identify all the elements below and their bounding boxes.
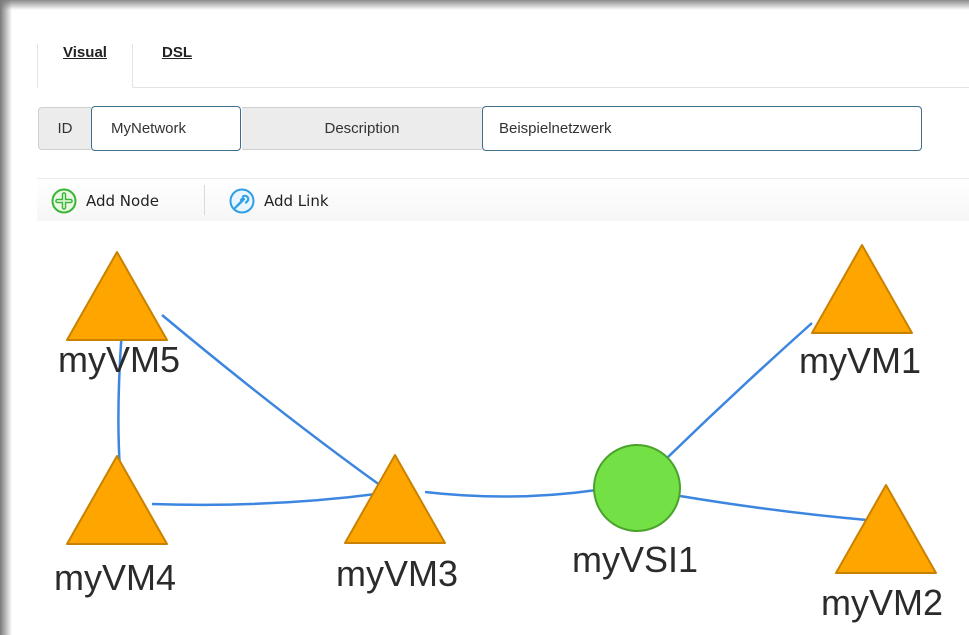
edge-myvsi1-myvm2[interactable] bbox=[679, 494, 868, 522]
vm-triangle-icon[interactable] bbox=[835, 484, 937, 574]
node-label: myVM4 bbox=[54, 557, 176, 598]
window-shadow-left bbox=[0, 0, 12, 635]
network-canvas[interactable]: myVM5 myVM4 myVM3 myVSI1 myVM1 myVM2 bbox=[12, 10, 969, 635]
tab-visual-label: Visual bbox=[63, 44, 107, 61]
node-myvsi1[interactable]: myVSI1 bbox=[572, 444, 698, 580]
vm-triangle-icon[interactable] bbox=[66, 455, 168, 545]
edge-myvm3-myvsi1[interactable] bbox=[424, 488, 598, 498]
tab-visual[interactable]: Visual bbox=[37, 44, 133, 88]
node-myvm2[interactable]: myVM2 bbox=[821, 484, 943, 623]
node-label: myVM1 bbox=[799, 340, 921, 381]
edge-myvsi1-myvm1[interactable] bbox=[666, 322, 813, 459]
vm-triangle-icon[interactable] bbox=[811, 244, 913, 334]
edge-myvm5-myvm3[interactable] bbox=[161, 314, 385, 490]
window-shadow-top bbox=[0, 0, 969, 10]
node-label: myVM2 bbox=[821, 582, 943, 623]
edge-myvm4-myvm3[interactable] bbox=[151, 491, 385, 507]
node-myvm1[interactable]: myVM1 bbox=[799, 244, 921, 381]
node-myvm4[interactable]: myVM4 bbox=[54, 455, 176, 598]
vm-triangle-icon[interactable] bbox=[66, 251, 168, 341]
node-label: myVM3 bbox=[336, 553, 458, 594]
node-label: myVSI1 bbox=[572, 539, 698, 580]
node-myvm3[interactable]: myVM3 bbox=[336, 454, 458, 594]
network-graph[interactable]: myVM5 myVM4 myVM3 myVSI1 myVM1 myVM2 bbox=[12, 10, 969, 635]
vm-triangle-icon[interactable] bbox=[344, 454, 446, 544]
node-label: myVM5 bbox=[58, 339, 180, 380]
vsi-circle-icon[interactable] bbox=[593, 444, 681, 532]
network-editor: Visual DSL ID MyNetwork Description Beis… bbox=[12, 10, 969, 635]
